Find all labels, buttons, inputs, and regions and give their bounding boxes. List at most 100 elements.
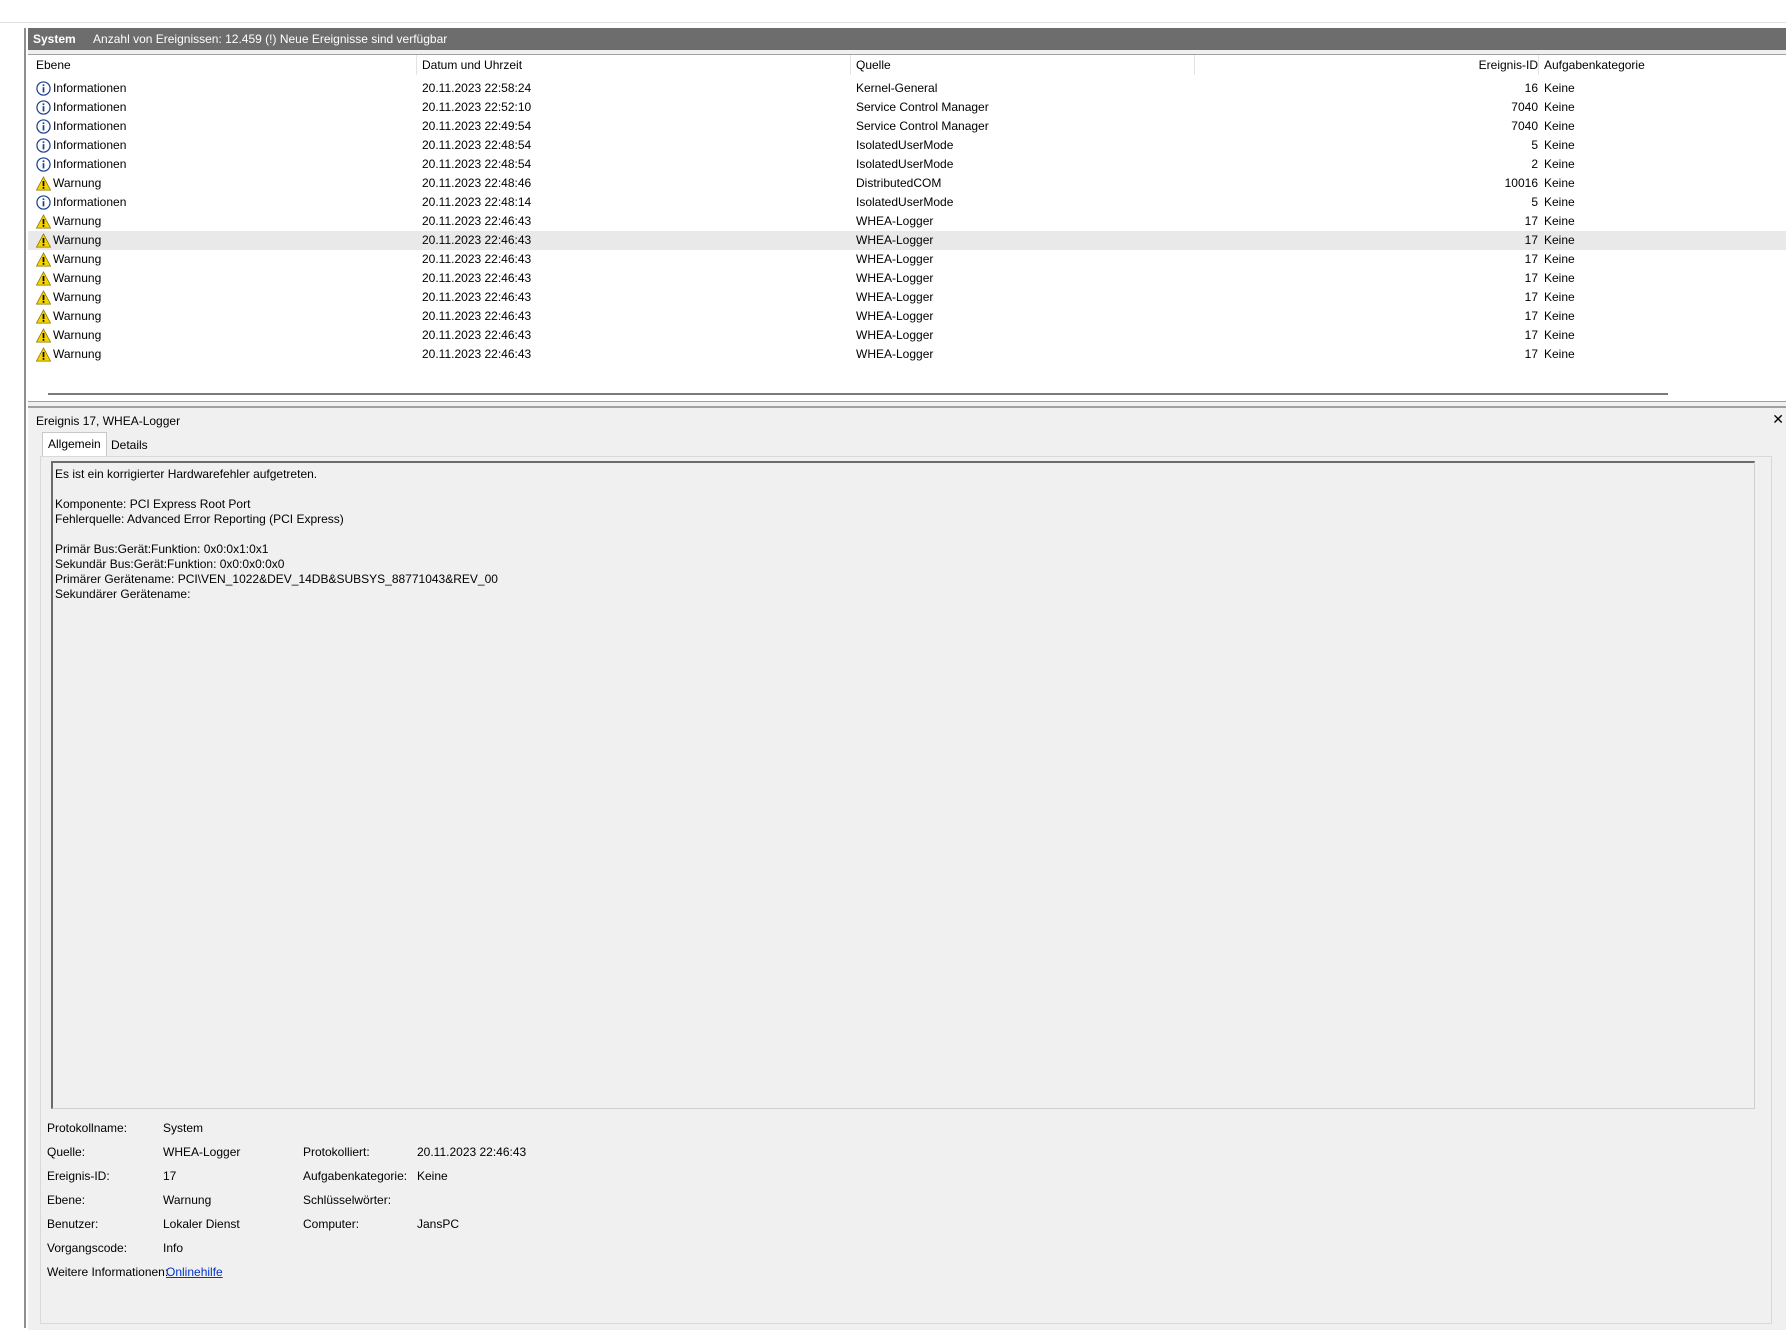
column-separator[interactable] [416, 55, 417, 75]
event-level: Warnung [53, 328, 102, 342]
event-source: WHEA-Logger [856, 252, 934, 266]
event-category: Keine [1544, 81, 1575, 95]
event-description[interactable]: Es ist ein korrigierter Hardwarefehler a… [51, 461, 1755, 1109]
event-id: 17 [1524, 214, 1538, 228]
event-level: Warnung [53, 176, 102, 190]
event-date: 20.11.2023 22:46:43 [422, 309, 532, 323]
event-row[interactable]: Informationen 20.11.2023 22:48:54 Isolated… [28, 155, 1786, 174]
event-level-cell: Warnung [35, 231, 102, 250]
description-line: Primärer Gerätename: PCI\VEN_1022&DEV_14… [55, 572, 498, 586]
event-row[interactable]: Warnung 20.11.2023 22:46:43 WHEA-Logger 17 K… [28, 231, 1786, 250]
event-level: Informationen [53, 195, 127, 209]
log-header-bar: System Anzahl von Ereignissen: 12.459 (!… [28, 28, 1786, 50]
column-header-source[interactable]: Quelle [856, 55, 891, 75]
event-level-cell: Warnung [35, 174, 102, 193]
event-id: 17 [1524, 233, 1538, 247]
event-viewer-main: System Anzahl von Ereignissen: 12.459 (!… [28, 28, 1786, 1330]
column-separator[interactable] [1194, 55, 1195, 75]
event-id: 17 [1524, 290, 1538, 304]
tab-details[interactable]: Details [106, 434, 153, 456]
event-category: Keine [1544, 290, 1575, 304]
online-help-link[interactable]: Onlinehilfe [166, 1265, 223, 1279]
opcode-value: Info [163, 1241, 184, 1255]
event-row[interactable]: Warnung 20.11.2023 22:46:43 WHEA-Logger 17 K… [28, 250, 1786, 269]
event-source: WHEA-Logger [856, 233, 934, 247]
info-icon [36, 157, 51, 172]
event-level-cell: Warnung [35, 307, 101, 326]
event-id-label: Ereignis-ID: [47, 1169, 110, 1183]
event-category: Keine [1544, 214, 1575, 228]
event-id: 5 [1531, 195, 1538, 209]
event-id: 17 [1524, 252, 1538, 266]
close-icon[interactable]: ✕ [1772, 411, 1784, 427]
column-header-date[interactable]: Datum und Uhrzeit [422, 55, 522, 75]
event-row[interactable]: Informationen 20.11.2023 22:48:14 Isolated… [28, 193, 1786, 212]
event-date: 20.11.2023 22:48:14 [422, 195, 532, 209]
event-source: WHEA-Logger [856, 328, 934, 342]
event-source: Kernel-General [856, 81, 938, 95]
event-list[interactable]: Ebene Datum und Uhrzeit Quelle Ereignis-… [28, 54, 1786, 402]
detail-title: Ereignis 17, WHEA-Logger [36, 414, 181, 428]
event-level-cell: Warnung [35, 212, 101, 231]
event-row[interactable]: Warnung 20.11.2023 22:46:43 WHEA-Logger 17 K… [28, 212, 1786, 231]
event-source: IsolatedUserMode [856, 195, 954, 209]
event-row[interactable]: Warnung 20.11.2023 22:46:43 WHEA-Logger 17 K… [28, 345, 1786, 364]
event-category: Keine [1544, 309, 1575, 323]
event-id: 2 [1531, 157, 1538, 171]
source-label: Quelle: [47, 1145, 86, 1159]
event-category: Keine [1544, 252, 1575, 266]
event-id: 17 [1524, 347, 1538, 361]
logged-label: Protokolliert: [303, 1145, 370, 1159]
description-line [55, 482, 1752, 497]
column-header-task-category[interactable]: Aufgabenkategorie [1544, 55, 1645, 75]
keywords-label: Schlüsselwörter: [303, 1193, 392, 1207]
event-row[interactable]: Informationen 20.11.2023 22:58:24 Kernel-G… [28, 79, 1786, 98]
event-id: 17 [1524, 328, 1538, 342]
event-level: Warnung [53, 290, 102, 304]
info-icon [36, 100, 51, 115]
event-date: 20.11.2023 22:46:43 [422, 233, 532, 247]
event-level: Informationen [53, 157, 127, 171]
event-level: Informationen [53, 138, 127, 152]
navigation-pane[interactable] [0, 28, 26, 1328]
event-level-cell: Warnung [35, 250, 102, 269]
event-date: 20.11.2023 22:46:43 [422, 328, 532, 342]
event-category: Keine [1544, 100, 1575, 114]
event-date: 20.11.2023 22:49:54 [422, 119, 532, 133]
event-category: Keine [1544, 347, 1575, 361]
event-row[interactable]: Informationen 20.11.2023 22:49:54 Service … [28, 117, 1786, 136]
event-category: Keine [1544, 176, 1575, 190]
column-header-event-id[interactable]: Ereignis-ID [1479, 55, 1538, 75]
column-header-row: Ebene Datum und Uhrzeit Quelle Ereignis-… [28, 55, 1786, 75]
log-name-label: Protokollname: [47, 1121, 128, 1135]
column-separator[interactable] [1538, 55, 1539, 75]
event-level: Warnung [53, 252, 102, 266]
task-category-value: Keine [417, 1169, 448, 1183]
event-date: 20.11.2023 22:48:46 [422, 176, 532, 190]
column-separator[interactable] [850, 55, 851, 75]
event-row[interactable]: Warnung 20.11.2023 22:48:46 DistributedCOM… [28, 174, 1786, 193]
event-level: Warnung [53, 271, 102, 285]
event-source: WHEA-Logger [856, 271, 934, 285]
event-row[interactable]: Informationen 20.11.2023 22:52:10 Service … [28, 98, 1786, 117]
warning-icon [35, 328, 52, 343]
event-row[interactable]: Warnung 20.11.2023 22:46:43 WHEA-Logger 17 K… [28, 288, 1786, 307]
event-level: Warnung [53, 347, 102, 361]
event-level: Warnung [53, 233, 102, 247]
horizontal-scrollbar[interactable] [48, 393, 1668, 395]
event-row[interactable]: Informationen 20.11.2023 22:48:54 Isolated… [28, 136, 1786, 155]
event-row[interactable]: Warnung 20.11.2023 22:46:43 WHEA-Logger 17 K… [28, 326, 1786, 345]
event-row[interactable]: Warnung 20.11.2023 22:46:43 WHEA-Logger 17 K… [28, 269, 1786, 288]
event-source: WHEA-Logger [856, 347, 934, 361]
description-line: Fehlerquelle: Advanced Error Reporting (… [55, 512, 344, 526]
event-date: 20.11.2023 22:48:54 [422, 157, 532, 171]
tab-allgemein[interactable]: Allgemein [42, 432, 107, 457]
event-level: Informationen [53, 100, 127, 114]
event-id: 10016 [1504, 176, 1538, 190]
event-source: WHEA-Logger [856, 309, 934, 323]
column-header-level[interactable]: Ebene [36, 55, 71, 75]
warning-icon [35, 347, 52, 362]
task-category-label: Aufgabenkategorie: [303, 1169, 408, 1183]
event-row[interactable]: Warnung 20.11.2023 22:46:43 WHEA-Logger 17 K… [28, 307, 1786, 326]
info-icon [36, 119, 51, 134]
